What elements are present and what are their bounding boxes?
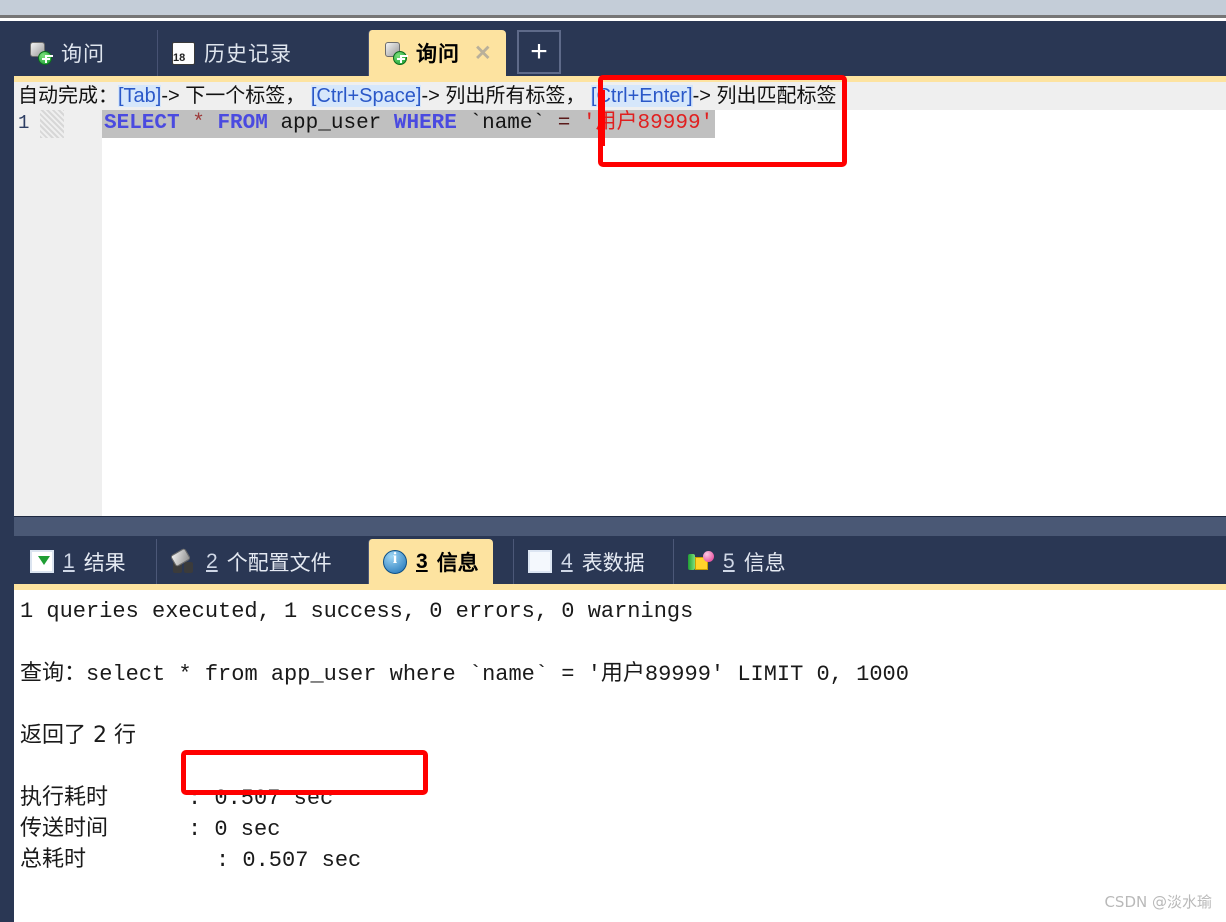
timing-value: 0.507 sec [214, 786, 334, 811]
timing-label: 总耗时 [20, 847, 87, 872]
text-caret [600, 90, 605, 146]
result-tab-number: 1 [63, 549, 75, 573]
timing-label: 执行耗时 [20, 785, 109, 810]
hint-key-ctrl-space: [Ctrl+Space] [310, 85, 422, 107]
tab-history[interactable]: 18 历史记录 [157, 30, 306, 76]
result-tab-number: 3 [416, 549, 428, 573]
hint-arrow-3: -> [692, 85, 717, 107]
tab-label: 询问 [416, 43, 460, 66]
result-tab-table-data[interactable]: 4 表数据 [513, 539, 659, 584]
main-frame: 询问 18 历史记录 询问 ✕ + 自动完成：[Tab]-> 下一个标签， [C… [0, 21, 1226, 922]
tab-label: 历史记录 [204, 43, 292, 66]
new-tab-button[interactable]: + [517, 30, 561, 74]
query-text: select * from app_user where `name` = '用… [86, 662, 909, 687]
hint-text-3: 列出匹配标签 [716, 85, 837, 107]
line-number: 1 [18, 112, 30, 134]
autocomplete-hint-bar: 自动完成：[Tab]-> 下一个标签， [Ctrl+Space]-> 列出所有标… [14, 82, 1226, 110]
result-tab-profile[interactable]: 2 个配置文件 [156, 539, 346, 584]
hint-key-ctrl-enter: [Ctrl+Enter] [590, 85, 693, 107]
sql-token-where: WHERE [393, 112, 470, 135]
sql-token-from: FROM [217, 112, 281, 135]
result-tab-label: 信息 [743, 551, 786, 575]
hint-text-2: 列出所有标签， [445, 85, 586, 107]
timing-label: 传送时间 [20, 816, 109, 841]
result-tab-number: 4 [561, 549, 573, 573]
executed-query-row: 查询：select * from app_user where `name` =… [20, 658, 1226, 689]
sql-token-operator: = [557, 112, 583, 135]
sql-token-star: * [192, 112, 218, 135]
result-tab-result[interactable]: 1 结果 [16, 539, 140, 584]
tab-label: 询问 [61, 43, 105, 66]
sql-token-select: SELECT [104, 112, 193, 135]
sql-token-table: app_user [280, 112, 394, 135]
result-tab-message[interactable]: 3 信息 [368, 539, 493, 584]
tab-query-1[interactable]: 询问 [14, 30, 119, 76]
panel-splitter[interactable] [14, 516, 1226, 536]
fold-marker-icon [40, 110, 64, 138]
table-icon [528, 550, 552, 573]
hint-key-tab: [Tab] [118, 85, 162, 107]
hint-prefix: 自动完成： [18, 85, 118, 107]
binoculars-icon [169, 547, 197, 573]
shapes-icon [688, 550, 714, 573]
application-window: 询问 18 历史记录 询问 ✕ + 自动完成：[Tab]-> 下一个标签， [C… [0, 0, 1226, 922]
result-tab-label: 结果 [83, 551, 126, 575]
result-tab-number: 5 [723, 549, 735, 573]
query-label: 查询： [20, 661, 87, 686]
sql-code-line[interactable]: SELECT * FROM app_user WHERE `name` = '用… [102, 110, 716, 138]
close-icon[interactable]: ✕ [474, 41, 492, 66]
timing-transfer: 传送时间: 0 sec [20, 813, 1226, 844]
watermark: CSDN @淡水瑜 [1104, 893, 1212, 911]
query-icon [28, 41, 52, 65]
message-output-panel[interactable]: 1 queries executed, 1 success, 0 errors,… [14, 590, 1226, 922]
result-tab-label: 表数据 [581, 551, 645, 575]
sql-editor[interactable]: 1 SELECT * FROM app_user WHERE `name` = … [14, 110, 1226, 516]
query-icon [383, 41, 407, 65]
info-icon [383, 549, 407, 574]
result-tab-label: 个配置文件 [226, 551, 332, 575]
window-chrome-strip [0, 0, 1226, 18]
hint-arrow-1: -> [161, 85, 186, 107]
result-tab-label: 信息 [436, 551, 479, 575]
timing-value: 0 sec [214, 817, 281, 842]
results-tab-bar: 1 结果 2 个配置文件 3 信息 4 表数据 [0, 536, 1226, 584]
hint-text-1: 下一个标签， [185, 85, 306, 107]
grid-download-icon [30, 550, 54, 573]
timing-separator: : [216, 848, 230, 873]
tab-query-2[interactable]: 询问 ✕ [368, 30, 506, 76]
timing-total: 总耗时: 0.507 sec [20, 844, 1226, 875]
rows-returned: 返回了 2 行 [20, 723, 136, 748]
hint-arrow-2: -> [421, 85, 446, 107]
timing-separator: : [188, 786, 202, 811]
timing-separator: : [188, 817, 202, 842]
timing-exec: 执行耗时: 0.507 sec [20, 782, 1226, 813]
line-number-gutter: 1 [14, 110, 102, 516]
editor-tab-bar: 询问 18 历史记录 询问 ✕ + [0, 21, 1226, 76]
result-tab-number: 2 [206, 549, 218, 573]
calendar-icon: 18 [172, 41, 195, 65]
result-tab-status[interactable]: 5 信息 [673, 539, 800, 584]
execution-summary: 1 queries executed, 1 success, 0 errors,… [20, 599, 694, 624]
timing-value: 0.507 sec [242, 848, 362, 873]
sql-token-column: `name` [469, 112, 558, 135]
